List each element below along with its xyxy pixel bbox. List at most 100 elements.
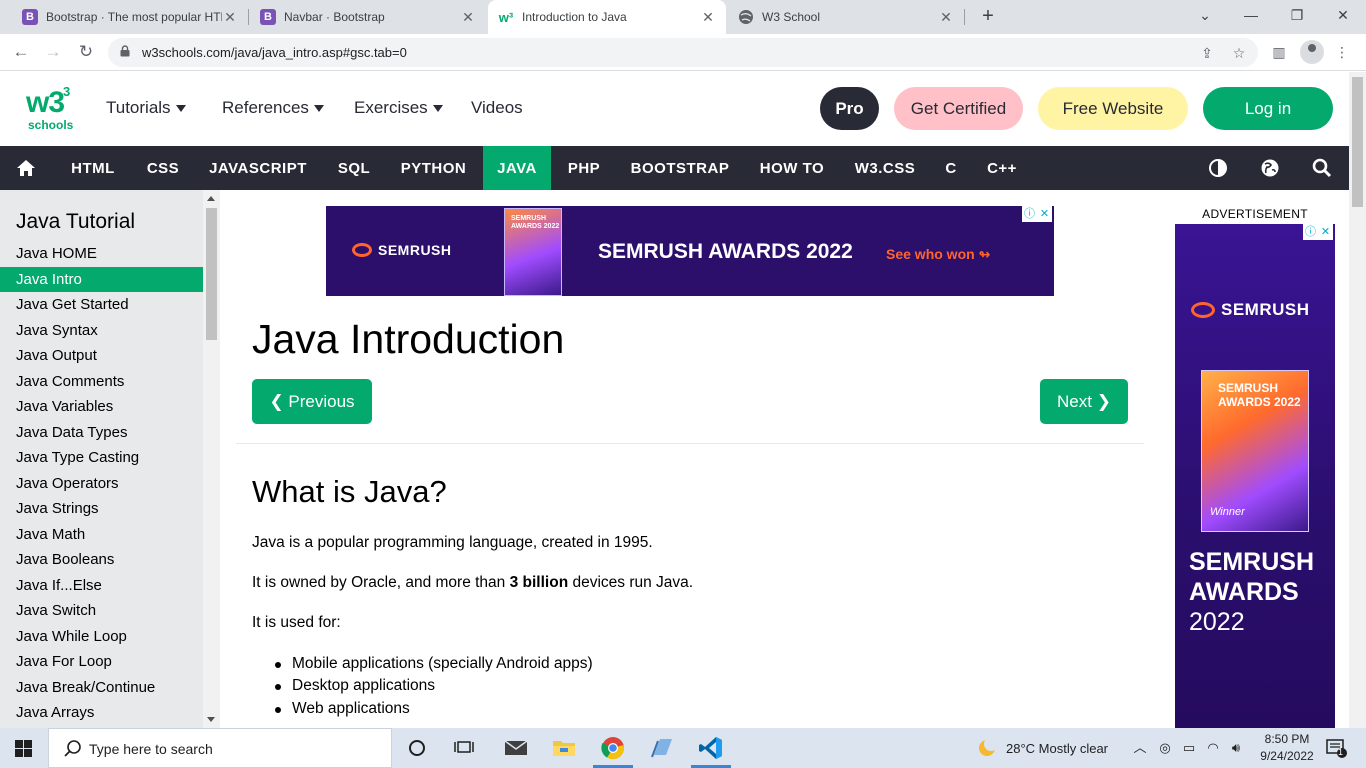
browser-tab-w3-school[interactable]: W3 School ✕ [728,0,964,34]
sidebar-item-java-booleans[interactable]: Java Booleans [0,547,203,572]
nav-item-javascript[interactable]: JAVASCRIPT [196,146,320,190]
wifi-icon[interactable]: ◠ [1205,740,1221,756]
sidebar-item-java-switch[interactable]: Java Switch [0,598,203,623]
sidebar-scrollbar[interactable] [203,190,220,728]
scrollbar-thumb[interactable] [206,208,217,340]
scrollbar-thumb[interactable] [1352,77,1363,207]
share-icon[interactable]: ⇪ [1198,44,1216,62]
browser-tab-bootstrap[interactable]: B Bootstrap · The most popular HTML ✕ [12,0,248,34]
close-icon[interactable]: ✕ [460,9,476,26]
menu-exercises[interactable]: Exercises [354,98,443,118]
sidebar-item-java-output[interactable]: Java Output [0,343,203,368]
clock-date[interactable]: 9/24/2022 [1254,749,1320,763]
taskbar-search-box[interactable]: Type here to search [48,728,392,768]
ad-info-icon[interactable]: ⓘ [1303,224,1318,240]
sidebar-item-java-while-loop[interactable]: Java While Loop [0,624,203,649]
sidebar-item-java-math[interactable]: Java Math [0,522,203,547]
window-close-button[interactable]: ✕ [1320,0,1366,30]
sidebar-item-java-variables[interactable]: Java Variables [0,394,203,419]
free-website-button[interactable]: Free Website [1038,87,1188,130]
profile-avatar[interactable] [1300,40,1324,64]
menu-references[interactable]: References [222,98,324,118]
menu-videos[interactable]: Videos [471,98,523,118]
sidebar-item-java-type-casting[interactable]: Java Type Casting [0,445,203,470]
chrome-taskbar-icon[interactable] [593,734,633,768]
weather-text[interactable]: 28°C Mostly clear [1006,741,1108,756]
sidebar-item-java-comments[interactable]: Java Comments [0,369,203,394]
close-icon[interactable]: ✕ [222,9,238,26]
sidebar-item-java-home[interactable]: Java HOME [0,241,203,266]
ad-info-icon[interactable]: ⓘ [1022,206,1037,222]
pro-button[interactable]: Pro [820,87,879,130]
ad-cta-link[interactable]: See who won ↬ [886,246,990,263]
restore-button[interactable]: ❐ [1274,0,1320,30]
vscode-icon[interactable] [691,734,731,768]
minimize-button[interactable]: — [1228,0,1274,30]
sidebar-item-java-break-continue[interactable]: Java Break/Continue [0,675,203,700]
sidebar-item-java-syntax[interactable]: Java Syntax [0,318,203,343]
meet-now-icon[interactable]: ◎ [1157,740,1173,756]
page-scrollbar[interactable] [1349,72,1366,728]
browser-tab-java-intro[interactable]: w³ Introduction to Java ✕ [488,0,726,34]
file-explorer-icon[interactable] [550,734,578,762]
nav-item-python[interactable]: PYTHON [387,146,480,190]
w3schools-logo[interactable]: w3 3 schools [26,84,74,132]
sidebar-item-java-for-loop[interactable]: Java For Loop [0,649,203,674]
globe-icon[interactable] [1260,158,1280,178]
sidebar-item-java-if-else[interactable]: Java If...Else [0,573,203,598]
semrush-skyscraper-ad[interactable]: SEMRUSH SEMRUSH AWARDS 2022 Winner SEMRUS… [1175,224,1335,728]
nav-item-w3css[interactable]: W3.CSS [841,146,929,190]
forward-arrow-icon[interactable]: → [40,39,66,65]
more-menu-icon[interactable]: ⋮ [1332,42,1352,62]
previous-button[interactable]: ❮ Previous [252,379,372,424]
cortana-icon[interactable] [403,734,431,762]
nav-item-css[interactable]: CSS [134,146,192,190]
ad-close-icon[interactable]: ✕ [1318,224,1333,240]
nav-item-c[interactable]: C [932,146,970,190]
notepad-icon[interactable] [648,734,676,762]
search-icon[interactable] [1312,158,1332,178]
new-tab-button[interactable]: + [976,4,1000,28]
get-certified-button[interactable]: Get Certified [894,87,1023,130]
dark-mode-toggle-icon[interactable] [1208,158,1228,178]
notification-center-icon[interactable] [1325,739,1349,759]
sidebar-item-java-strings[interactable]: Java Strings [0,496,203,521]
nav-item-bootstrap[interactable]: BOOTSTRAP [617,146,743,190]
bookmark-star-icon[interactable]: ☆ [1230,44,1248,62]
nav-item-html[interactable]: HTML [55,146,131,190]
volume-icon[interactable]: 🔊︎ [1228,740,1244,756]
menu-tutorials[interactable]: Tutorials [106,98,186,118]
sidebar-item-java-get-started[interactable]: Java Get Started [0,292,203,317]
back-arrow-icon[interactable]: ← [8,39,34,65]
ad-choices[interactable]: ⓘ ✕ [1303,224,1333,240]
close-icon[interactable]: ✕ [700,9,716,26]
sidebar-item-java-intro[interactable]: Java Intro [0,266,203,292]
sidebar-item-java-arrays[interactable]: Java Arrays [0,700,203,725]
next-button[interactable]: Next ❯ [1040,379,1128,424]
reload-icon[interactable]: ↻ [73,39,99,65]
ad-choices[interactable]: ⓘ ✕ [1022,206,1052,222]
mail-icon[interactable] [502,734,530,762]
sidebar-item-java-data-types[interactable]: Java Data Types [0,420,203,445]
windows-start-icon[interactable] [15,740,32,757]
scroll-down-icon[interactable] [207,717,215,722]
nav-item-cpp[interactable]: C++ [973,146,1031,190]
nav-item-sql[interactable]: SQL [324,146,384,190]
login-button[interactable]: Log in [1203,87,1333,130]
nav-item-how-to[interactable]: HOW TO [746,146,838,190]
chevron-up-icon[interactable]: ︿ [1132,740,1148,756]
nav-item-java[interactable]: JAVA [483,146,551,190]
semrush-banner-ad[interactable]: SEMRUSH SEMRUSH AWARDS 2022 SEMRUSH AWAR… [326,206,1054,296]
browser-tab-navbar[interactable]: B Navbar · Bootstrap ✕ [250,0,486,34]
ad-close-icon[interactable]: ✕ [1037,206,1052,222]
tab-search-chevron-icon[interactable]: ⌄ [1182,0,1228,30]
nav-item-php[interactable]: PHP [554,146,614,190]
home-icon[interactable] [16,158,36,178]
address-bar[interactable]: w3schools.com/java/java_intro.asp#gsc.ta… [108,38,1258,67]
side-panel-icon[interactable]: ▥ [1269,42,1289,62]
scroll-up-icon[interactable] [207,196,215,201]
close-icon[interactable]: ✕ [938,9,954,26]
task-view-icon[interactable] [450,734,478,762]
weather-moon-icon[interactable] [977,737,998,758]
battery-icon[interactable]: ▭ [1181,740,1197,756]
